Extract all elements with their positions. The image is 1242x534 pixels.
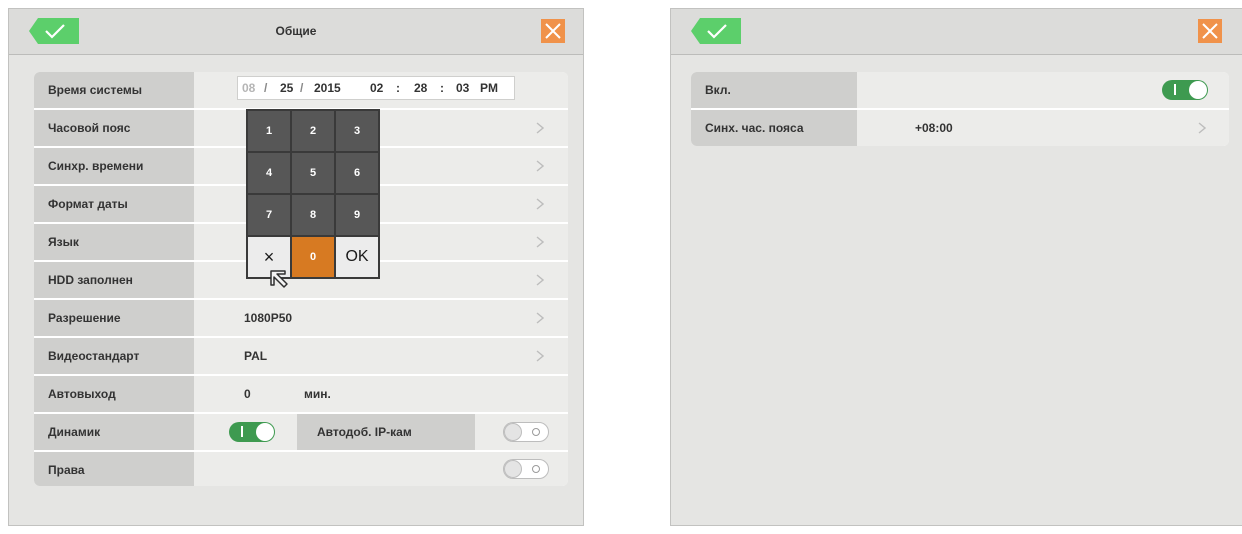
chevron-right-icon (536, 198, 544, 210)
row-label: HDD заполнен (48, 273, 133, 287)
auto-exit-unit: мин. (304, 387, 331, 401)
timezone-sync-panel: Вкл. Синх. час. пояса +08:00 (670, 8, 1242, 526)
close-icon (1202, 23, 1218, 39)
row-label: Синх. час. пояса (705, 121, 804, 135)
key-2[interactable]: 2 (292, 111, 334, 151)
row-label: Время системы (48, 83, 142, 97)
year-field[interactable]: 2015 (314, 81, 341, 95)
key-3[interactable]: 3 (336, 111, 378, 151)
day-field[interactable]: 25 (280, 81, 293, 95)
title-bar (671, 9, 1242, 55)
enabled-toggle[interactable] (1162, 80, 1208, 100)
second-field[interactable]: 03 (456, 81, 469, 95)
key-1[interactable]: 1 (248, 111, 290, 151)
hour-field[interactable]: 02 (370, 81, 383, 95)
speaker-toggle[interactable] (229, 422, 275, 442)
key-8[interactable]: 8 (292, 195, 334, 235)
key-9[interactable]: 9 (336, 195, 378, 235)
chevron-right-icon (1198, 122, 1206, 134)
auto-exit-value[interactable]: 0 (244, 387, 251, 401)
resolution-value: 1080P50 (244, 311, 293, 325)
key-7[interactable]: 7 (248, 195, 290, 235)
close-icon (545, 23, 561, 39)
row-system-time: Время системы 08 / 25 / 2015 02 : 28 : 0… (34, 72, 568, 108)
chevron-right-icon (536, 312, 544, 324)
confirm-button[interactable] (691, 18, 741, 44)
check-icon (707, 24, 727, 39)
chevron-right-icon (536, 274, 544, 286)
time-separator: : (396, 81, 400, 95)
row-label: Права (48, 463, 85, 477)
row-label: Разрешение (48, 311, 121, 325)
numeric-keypad: 1 2 3 4 5 6 7 8 9 × 0 OK (246, 109, 380, 279)
row-auto-exit[interactable]: Автовыход 0 мин. (34, 376, 568, 412)
row-label: Часовой пояс (48, 121, 131, 135)
time-separator: : (440, 81, 444, 95)
row-resolution[interactable]: Разрешение 1080P50 (34, 300, 568, 336)
page-title: Общие (275, 24, 317, 38)
tz-sync-value: +08:00 (915, 121, 953, 135)
rights-toggle[interactable] (503, 459, 549, 479)
row-label: Динамик (48, 425, 101, 439)
datetime-input[interactable]: 08 / 25 / 2015 02 : 28 : 03 PM (237, 76, 515, 100)
key-4[interactable]: 4 (248, 153, 290, 193)
date-separator: / (264, 81, 268, 95)
title-bar: Общие (9, 9, 583, 55)
chevron-right-icon (536, 160, 544, 172)
row-label: Вкл. (705, 83, 731, 97)
chevron-right-icon (536, 122, 544, 134)
row-speaker: Динамик Автодоб. IP-кам (34, 414, 568, 450)
key-5[interactable]: 5 (292, 153, 334, 193)
video-standard-value: PAL (244, 349, 268, 363)
row-tz-sync[interactable]: Синх. час. пояса +08:00 (691, 110, 1229, 146)
row-label: Синхр. времени (48, 159, 144, 173)
key-0[interactable]: 0 (292, 237, 334, 277)
close-button[interactable] (1198, 19, 1222, 43)
mouse-cursor-icon (270, 270, 288, 288)
key-6[interactable]: 6 (336, 153, 378, 193)
general-settings-panel: Общие Время системы 08 / 25 / 2015 02 : … (8, 8, 584, 526)
key-ok[interactable]: OK (336, 237, 378, 277)
minute-field[interactable]: 28 (414, 81, 427, 95)
ampm-field[interactable]: PM (480, 81, 498, 95)
row-label: Автодоб. IP-кам (317, 425, 412, 439)
row-video-standard[interactable]: Видеостандарт PAL (34, 338, 568, 374)
row-label: Автовыход (48, 387, 116, 401)
row-enabled: Вкл. (691, 72, 1229, 108)
settings-list: Вкл. Синх. час. пояса +08:00 (691, 72, 1229, 146)
close-button[interactable] (541, 19, 565, 43)
row-label: Формат даты (48, 197, 128, 211)
chevron-right-icon (536, 236, 544, 248)
row-label: Язык (48, 235, 79, 249)
chevron-right-icon (536, 350, 544, 362)
auto-add-ipcam-toggle[interactable] (503, 422, 549, 442)
month-field[interactable]: 08 (242, 81, 255, 95)
row-label: Видеостандарт (48, 349, 140, 363)
date-separator: / (300, 81, 304, 95)
row-rights: Права (34, 452, 568, 486)
